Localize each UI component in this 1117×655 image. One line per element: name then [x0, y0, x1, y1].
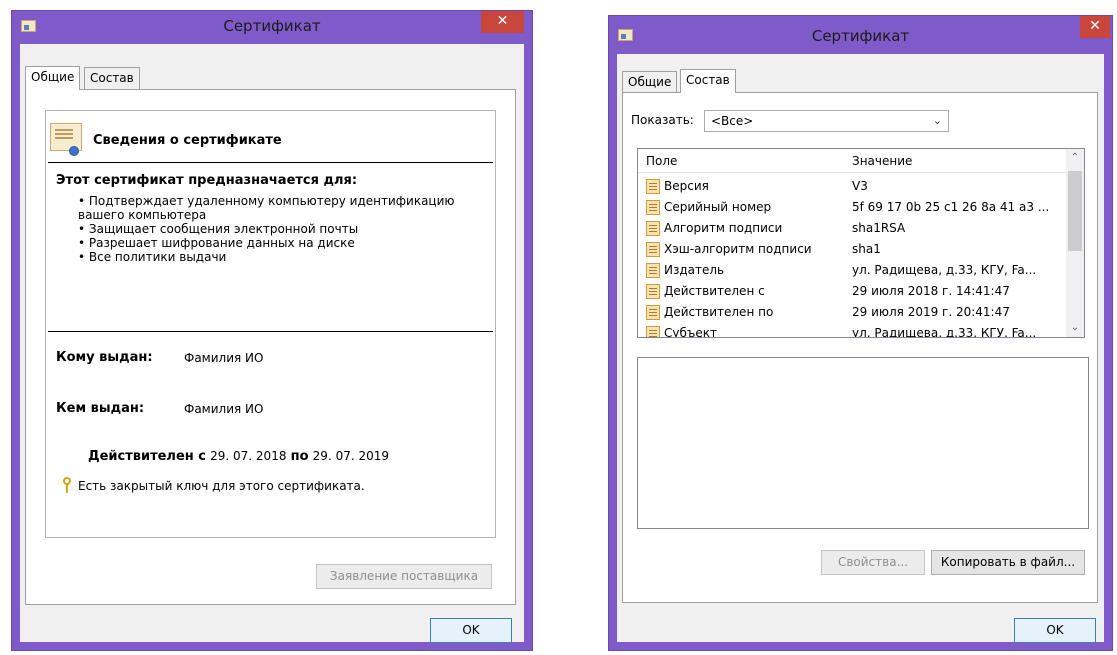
show-select[interactable]: <Все> ⌄	[704, 110, 949, 132]
field-value-textarea[interactable]	[637, 357, 1089, 529]
field-value: ул. Радищева, д.33, КГУ, Fa...	[852, 326, 1037, 338]
dialog-client-area: Общие Состав Сведения о сертификате Этот…	[20, 44, 524, 643]
field-name: Издатель	[664, 263, 725, 277]
field-icon	[646, 284, 660, 299]
table-row[interactable]: Действителен с 29 июля 2018 г. 14:41:47	[638, 281, 1066, 302]
column-header-field[interactable]: Поле	[646, 154, 677, 168]
close-button[interactable]: ✕	[1080, 16, 1110, 38]
scroll-thumb[interactable]	[1068, 171, 1082, 251]
field-name: Версия	[664, 179, 709, 193]
divider	[48, 331, 493, 332]
field-icon	[646, 221, 660, 236]
field-value: V3	[852, 179, 868, 193]
fields-list[interactable]: Поле Значение Версия V3 Серийный номер 5f 6…	[637, 148, 1085, 338]
field-icon	[646, 179, 660, 194]
table-row[interactable]: Издатель ул. Радищева, д.33, КГУ, Fa...	[638, 260, 1066, 281]
certificate-window-details: Сертификат ✕ Общие Состав Показать: <Все…	[608, 15, 1113, 651]
chevron-down-icon: ⌄	[932, 114, 942, 127]
table-row[interactable]: Действителен по 29 июля 2019 г. 20:41:47	[638, 302, 1066, 323]
issued-by-value: Фамилия ИО	[184, 402, 264, 416]
field-value: ул. Радищева, д.33, КГУ, Fa...	[852, 263, 1037, 277]
validity-line: Действителен с 29. 07. 2018 по 29. 07. 2…	[88, 449, 389, 464]
info-header: Сведения о сертификате	[93, 133, 282, 148]
field-name: Действителен по	[664, 305, 774, 319]
title-bar[interactable]: Сертификат ✕	[609, 16, 1112, 46]
certificate-window-general: Сертификат ✕ Общие Состав Сведения о сер…	[11, 10, 533, 651]
field-icon	[646, 305, 660, 320]
purpose-list: Подтверждает удаленному компьютеру идент…	[78, 194, 483, 264]
key-icon	[62, 477, 72, 493]
issuer-statement-button[interactable]: Заявление поставщика	[316, 564, 492, 589]
ok-button[interactable]: OK	[430, 618, 512, 643]
table-row[interactable]: Серийный номер 5f 69 17 0b 25 c1 26 8a 41…	[638, 197, 1066, 218]
show-label: Показать:	[631, 113, 694, 127]
close-button[interactable]: ✕	[481, 11, 524, 33]
field-value: 5f 69 17 0b 25 c1 26 8a 41 a3 ...	[852, 200, 1050, 214]
private-key-note: Есть закрытый ключ для этого сертификата…	[78, 479, 365, 493]
column-header-value[interactable]: Значение	[852, 154, 912, 168]
list-item: Разрешает шифрование данных на диске	[78, 236, 483, 250]
copy-to-file-button[interactable]: Копировать в файл...	[931, 550, 1085, 575]
field-name: Серийный номер	[664, 200, 772, 214]
window-title: Сертификат	[811, 27, 910, 45]
divider	[48, 162, 493, 163]
table-row[interactable]: Хэш-алгоритм подписи sha1	[638, 239, 1066, 260]
field-value: 29 июля 2018 г. 14:41:47	[852, 284, 1010, 298]
field-value: sha1	[852, 242, 881, 256]
field-name: Действителен с	[664, 284, 765, 298]
vertical-scrollbar[interactable]: ⌃ ⌄	[1066, 149, 1084, 337]
field-icon	[646, 200, 660, 215]
purpose-heading: Этот сертификат предназначается для:	[56, 173, 358, 188]
ok-button[interactable]: OK	[1014, 618, 1096, 643]
show-select-value: <Все>	[711, 114, 754, 128]
scroll-down-icon[interactable]: ⌄	[1066, 319, 1084, 337]
issued-by-label: Кем выдан:	[56, 401, 145, 416]
field-value: 29 июля 2019 г. 20:41:47	[852, 305, 1010, 319]
field-name: Хэш-алгоритм подписи	[664, 242, 812, 256]
valid-from-value: 29. 07. 2018	[210, 449, 287, 463]
certificate-info-box: Сведения о сертификате Этот сертификат п…	[45, 110, 496, 538]
list-item: Защищает сообщения электронной почты	[78, 222, 483, 236]
issued-to-value: Фамилия ИО	[184, 351, 264, 365]
tab-general[interactable]: Общие	[25, 66, 81, 90]
field-icon	[646, 263, 660, 278]
scroll-up-icon[interactable]: ⌃	[1066, 149, 1084, 167]
list-item: Все политики выдачи	[78, 250, 483, 264]
field-icon	[646, 242, 660, 257]
list-header: Поле Значение	[638, 149, 1066, 173]
list-item: Подтверждает удаленному компьютеру идент…	[78, 194, 483, 222]
details-tab-panel: Показать: <Все> ⌄ Поле Значение Версия V3…	[622, 92, 1098, 603]
properties-button[interactable]: Свойства...	[821, 550, 925, 575]
table-row[interactable]: Версия V3	[638, 176, 1066, 197]
general-tab-panel: Сведения о сертификате Этот сертификат п…	[25, 89, 516, 605]
valid-from-label: Действителен с	[88, 449, 206, 464]
tab-details[interactable]: Состав	[84, 67, 140, 89]
field-icon	[646, 326, 660, 337]
title-bar[interactable]: Сертификат ✕	[12, 11, 532, 41]
valid-to-label: по	[290, 449, 309, 464]
valid-to-value: 29. 07. 2019	[312, 449, 390, 463]
tab-general[interactable]: Общие	[622, 71, 678, 93]
table-row[interactable]: Субъект ул. Радищева, д.33, КГУ, Fa...	[638, 323, 1066, 338]
field-name: Субъект	[664, 326, 717, 338]
tab-details[interactable]: Состав	[680, 69, 736, 93]
field-value: sha1RSA	[852, 221, 906, 235]
certificate-icon	[50, 123, 82, 156]
table-row[interactable]: Алгоритм подписи sha1RSA	[638, 218, 1066, 239]
issued-to-label: Кому выдан:	[56, 350, 153, 365]
field-name: Алгоритм подписи	[664, 221, 783, 235]
dialog-client-area: Общие Состав Показать: <Все> ⌄ Поле Знач…	[617, 54, 1104, 643]
window-title: Сертификат	[223, 17, 321, 35]
